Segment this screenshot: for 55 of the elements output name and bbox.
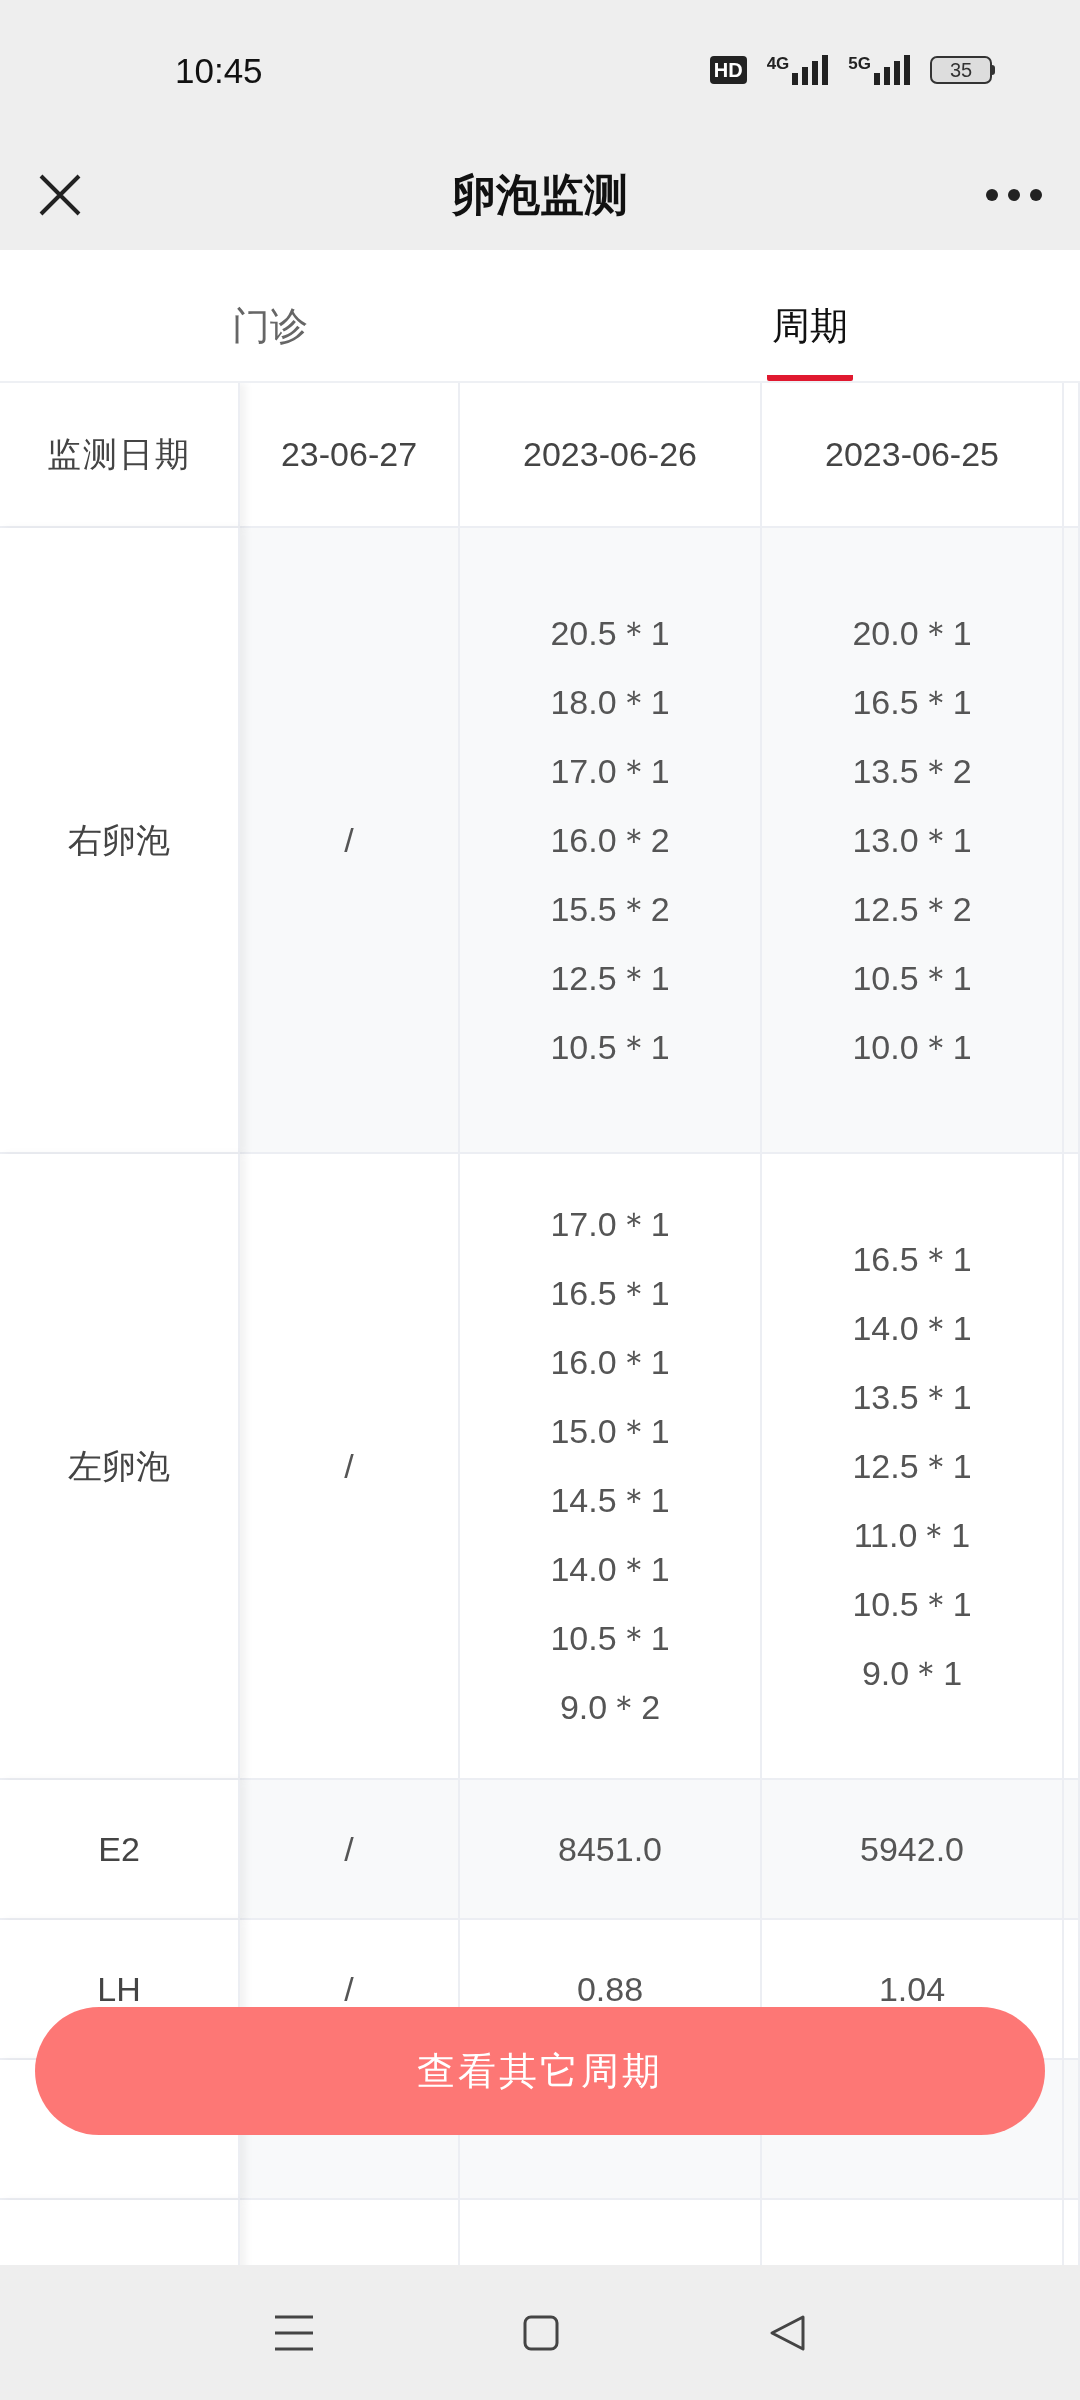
tab[interactable]: 门诊 [227,298,313,381]
column-header: 监测日期 [0,383,240,528]
clock-time: 10:45 [175,49,263,92]
back-icon[interactable] [769,2313,805,2352]
table-cell: 5942.0 [762,1780,1064,1920]
cell-line: 10.5＊1 [550,1026,670,1068]
column-header: 2023-06-26 [460,383,762,528]
cell-line: 11.0＊1 [853,1514,971,1556]
cell-line: 16.5＊1 [852,681,972,723]
cell-line: 16.0＊2 [550,819,670,861]
cell-line: 13.5＊2 [852,750,972,792]
menu-icon[interactable] [275,2314,313,2351]
cell-line: 13.0＊1 [852,819,972,861]
column-header: 23-06-27 [240,383,460,528]
close-icon[interactable] [38,173,82,217]
cell-line: 15.5＊2 [550,888,670,930]
row-label: E2 [0,1780,240,1920]
network-label: 4G [766,55,790,73]
cell-line: 12.5＊1 [852,1445,972,1487]
signal-icon [874,55,910,85]
network-label: 5G [848,55,871,73]
cell-line: 14.0＊1 [550,1549,670,1590]
cell-line: 15.0＊1 [550,1411,670,1452]
cell-line: 16.5＊1 [550,1273,670,1314]
cell-line: 20.0＊1 [852,612,972,654]
cell-line: 18.0＊1 [550,681,670,723]
hd-badge: HD [709,56,747,84]
cell-line: 16.5＊1 [852,1238,972,1280]
column-header: 2023-06-25 [762,383,1064,528]
row-label: 右卵泡 [0,528,240,1154]
cell-line: 9.0＊2 [559,1687,661,1728]
cell-line: 20.5＊1 [550,612,670,654]
cell-line: 10.5＊1 [852,957,972,999]
cell-line: 10.5＊1 [550,1618,670,1659]
table-cell: / [240,528,460,1154]
row-label: 左卵泡 [0,1154,240,1780]
signal-icon [792,55,829,85]
cell-line: 17.0＊1 [550,1204,670,1245]
cell-line: 9.0＊1 [861,1652,963,1694]
table-cell: / [240,1780,460,1920]
cell-line: 13.5＊1 [852,1376,972,1418]
cell-line: 17.0＊1 [550,750,670,792]
cell-line: 12.5＊2 [852,888,972,930]
cell-line: 10.5＊1 [852,1583,972,1625]
page-title: 卵泡监测 [452,169,628,221]
cell-line: 14.0＊1 [852,1307,972,1349]
cell-line: 14.5＊1 [550,1480,670,1521]
table-cell: / [240,1154,460,1780]
home-icon[interactable] [523,2314,559,2351]
cell-line: 16.0＊1 [550,1342,670,1383]
cell-line: 10.0＊1 [852,1026,972,1068]
more-icon[interactable] [986,188,1042,202]
battery-indicator: 35 [930,56,992,84]
table-cell: 8451.0 [460,1780,762,1920]
cell-line: 12.5＊1 [550,957,670,999]
